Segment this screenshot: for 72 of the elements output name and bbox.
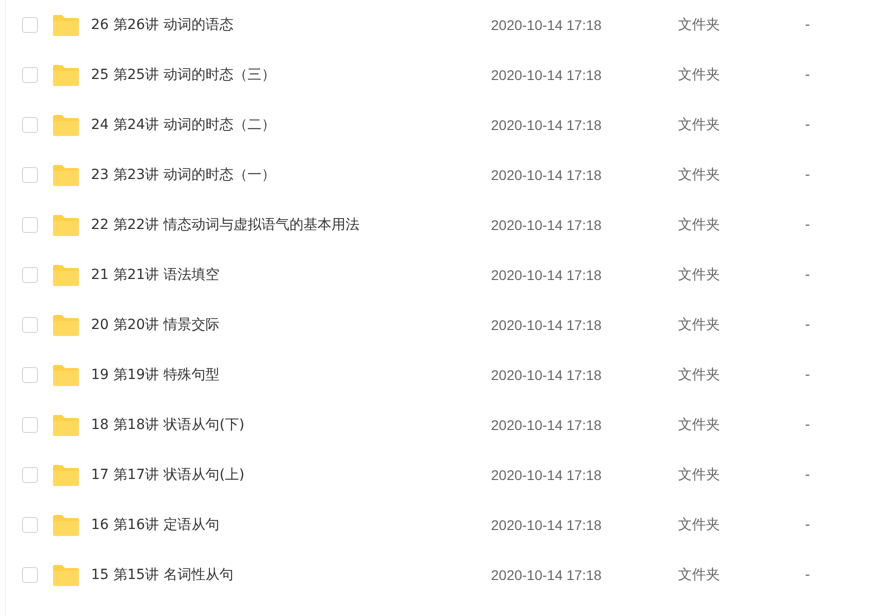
file-type: 文件夹	[678, 16, 721, 34]
file-size: -	[805, 367, 810, 383]
modified-date: 2020-10-14 17:18	[491, 17, 603, 33]
folder-icon	[53, 214, 79, 236]
folder-icon	[53, 264, 79, 286]
file-type: 文件夹	[678, 366, 721, 384]
file-name[interactable]: 24 第24讲 动词的时态（二）	[91, 116, 491, 134]
modified-date: 2020-10-14 17:18	[491, 467, 603, 483]
modified-date: 2020-10-14 17:18	[491, 317, 603, 333]
modified-date: 2020-10-14 17:18	[491, 367, 603, 383]
file-type: 文件夹	[678, 566, 721, 584]
folder-icon	[53, 564, 79, 586]
file-type: 文件夹	[678, 216, 721, 234]
folder-icon	[53, 14, 79, 36]
file-size: -	[805, 117, 810, 133]
checkbox[interactable]	[22, 167, 38, 183]
file-name[interactable]: 25 第25讲 动词的时态（三）	[91, 66, 491, 84]
file-size: -	[805, 317, 810, 333]
checkbox[interactable]	[22, 117, 38, 133]
file-name[interactable]: 26 第26讲 动词的语态	[91, 16, 491, 34]
modified-date: 2020-10-14 17:18	[491, 117, 603, 133]
file-name[interactable]: 17 第17讲 状语从句(上)	[91, 466, 491, 484]
file-size: -	[805, 267, 810, 283]
folder-icon	[53, 464, 79, 486]
folder-icon	[53, 164, 79, 186]
modified-date: 2020-10-14 17:18	[491, 517, 603, 533]
modified-date: 2020-10-14 17:18	[491, 417, 603, 433]
file-type: 文件夹	[678, 416, 721, 434]
file-size: -	[805, 217, 810, 233]
checkbox[interactable]	[22, 267, 38, 283]
file-size: -	[805, 67, 810, 83]
file-type: 文件夹	[678, 116, 721, 134]
file-name[interactable]: 23 第23讲 动词的时态（一）	[91, 166, 491, 184]
folder-icon	[53, 514, 79, 536]
folder-icon	[53, 314, 79, 336]
file-name[interactable]: 16 第16讲 定语从句	[91, 516, 491, 534]
folder-icon	[53, 414, 79, 436]
modified-date: 2020-10-14 17:18	[491, 567, 603, 583]
file-size: -	[805, 167, 810, 183]
file-name[interactable]: 21 第21讲 语法填空	[91, 266, 491, 284]
folder-icon	[53, 364, 79, 386]
file-size: -	[805, 567, 810, 583]
file-type: 文件夹	[678, 466, 721, 484]
file-type: 文件夹	[678, 66, 721, 84]
checkbox[interactable]	[22, 367, 38, 383]
file-size: -	[805, 17, 810, 33]
file-name[interactable]: 22 第22讲 情态动词与虚拟语气的基本用法	[91, 216, 491, 234]
file-type: 文件夹	[678, 316, 721, 334]
checkbox[interactable]	[22, 67, 38, 83]
file-type: 文件夹	[678, 266, 721, 284]
modified-date: 2020-10-14 17:18	[491, 267, 603, 283]
modified-date: 2020-10-14 17:18	[491, 217, 603, 233]
file-size: -	[805, 467, 810, 483]
file-name[interactable]: 18 第18讲 状语从句(下)	[91, 416, 491, 434]
modified-date: 2020-10-14 17:18	[491, 67, 603, 83]
checkbox[interactable]	[22, 567, 38, 583]
checkbox[interactable]	[22, 517, 38, 533]
checkbox[interactable]	[22, 417, 38, 433]
folder-icon	[53, 114, 79, 136]
folder-icon	[53, 64, 79, 86]
file-name[interactable]: 20 第20讲 情景交际	[91, 316, 491, 334]
checkbox[interactable]	[22, 17, 38, 33]
file-type: 文件夹	[678, 166, 721, 184]
file-size: -	[805, 417, 810, 433]
file-type: 文件夹	[678, 516, 721, 534]
checkbox[interactable]	[22, 317, 38, 333]
file-size: -	[805, 517, 810, 533]
modified-date: 2020-10-14 17:18	[491, 167, 603, 183]
checkbox[interactable]	[22, 217, 38, 233]
file-name[interactable]: 15 第15讲 名词性从句	[91, 566, 491, 584]
file-name[interactable]: 19 第19讲 特殊句型	[91, 366, 491, 384]
checkbox[interactable]	[22, 467, 38, 483]
